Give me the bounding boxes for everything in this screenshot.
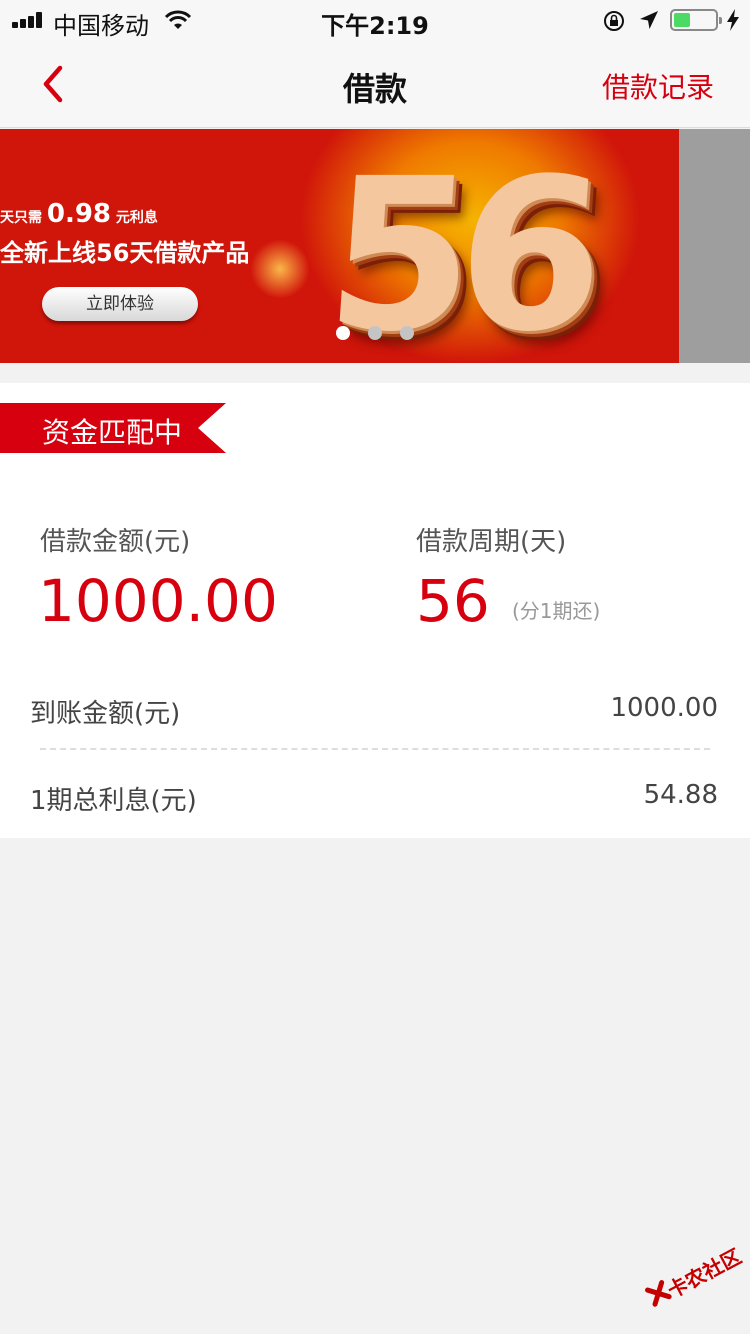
carousel-dot[interactable] — [400, 326, 414, 340]
battery-icon — [670, 9, 722, 31]
loan-period-note: (分1期还) — [512, 599, 601, 623]
loan-period-label: 借款周期(天) — [416, 527, 567, 557]
total-interest-value: 54.88 — [643, 780, 718, 810]
carousel-dot[interactable] — [368, 326, 382, 340]
banner-interest-amount: 0.98 — [46, 199, 112, 229]
loan-status-text: 资金匹配中 — [42, 416, 183, 449]
loan-amount-label: 借款金额(元) — [40, 527, 191, 557]
total-interest-label: 1期总利息(元) — [30, 786, 197, 816]
received-amount-label: 到账金额(元) — [30, 699, 181, 729]
banner-glow-decoration — [250, 239, 310, 299]
status-bar: 中国移动 下午2:19 — [0, 0, 750, 40]
received-amount-value: 1000.00 — [610, 693, 718, 723]
banner-interest-text: 天只需 0.98 元利息 — [0, 199, 158, 229]
location-arrow-icon — [640, 11, 658, 29]
loan-detail-card: 资金匹配中 借款金额(元) 1000.00 借款周期(天) 56 (分1期还) … — [0, 383, 750, 838]
loan-period-value: 56 — [416, 567, 490, 635]
dashed-divider — [40, 748, 710, 750]
banner-headline: 全新上线56天借款产品 — [0, 239, 250, 267]
banner-interest-suffix: 元利息 — [115, 210, 158, 226]
banner-hero-number: 56 — [319, 133, 597, 363]
banner-interest-prefix: 天只需 — [0, 210, 42, 226]
community-watermark: 卡农社区 — [634, 1224, 750, 1334]
promo-banner-carousel[interactable]: 天只需 0.98 元利息 全新上线56天借款产品 立即体验 56 — [0, 129, 750, 363]
loan-amount-value: 1000.00 — [38, 567, 278, 635]
try-now-button[interactable]: 立即体验 — [42, 287, 198, 321]
promo-banner-slide[interactable]: 天只需 0.98 元利息 全新上线56天借款产品 立即体验 56 — [0, 129, 679, 363]
rotation-lock-icon — [604, 11, 624, 31]
navigation-bar: 借款 借款记录 — [0, 40, 750, 128]
carousel-dot[interactable] — [336, 326, 350, 340]
loan-records-link[interactable]: 借款记录 — [602, 66, 714, 106]
watermark-text: 卡农社区 — [663, 1244, 746, 1303]
charging-bolt-icon — [727, 9, 739, 31]
